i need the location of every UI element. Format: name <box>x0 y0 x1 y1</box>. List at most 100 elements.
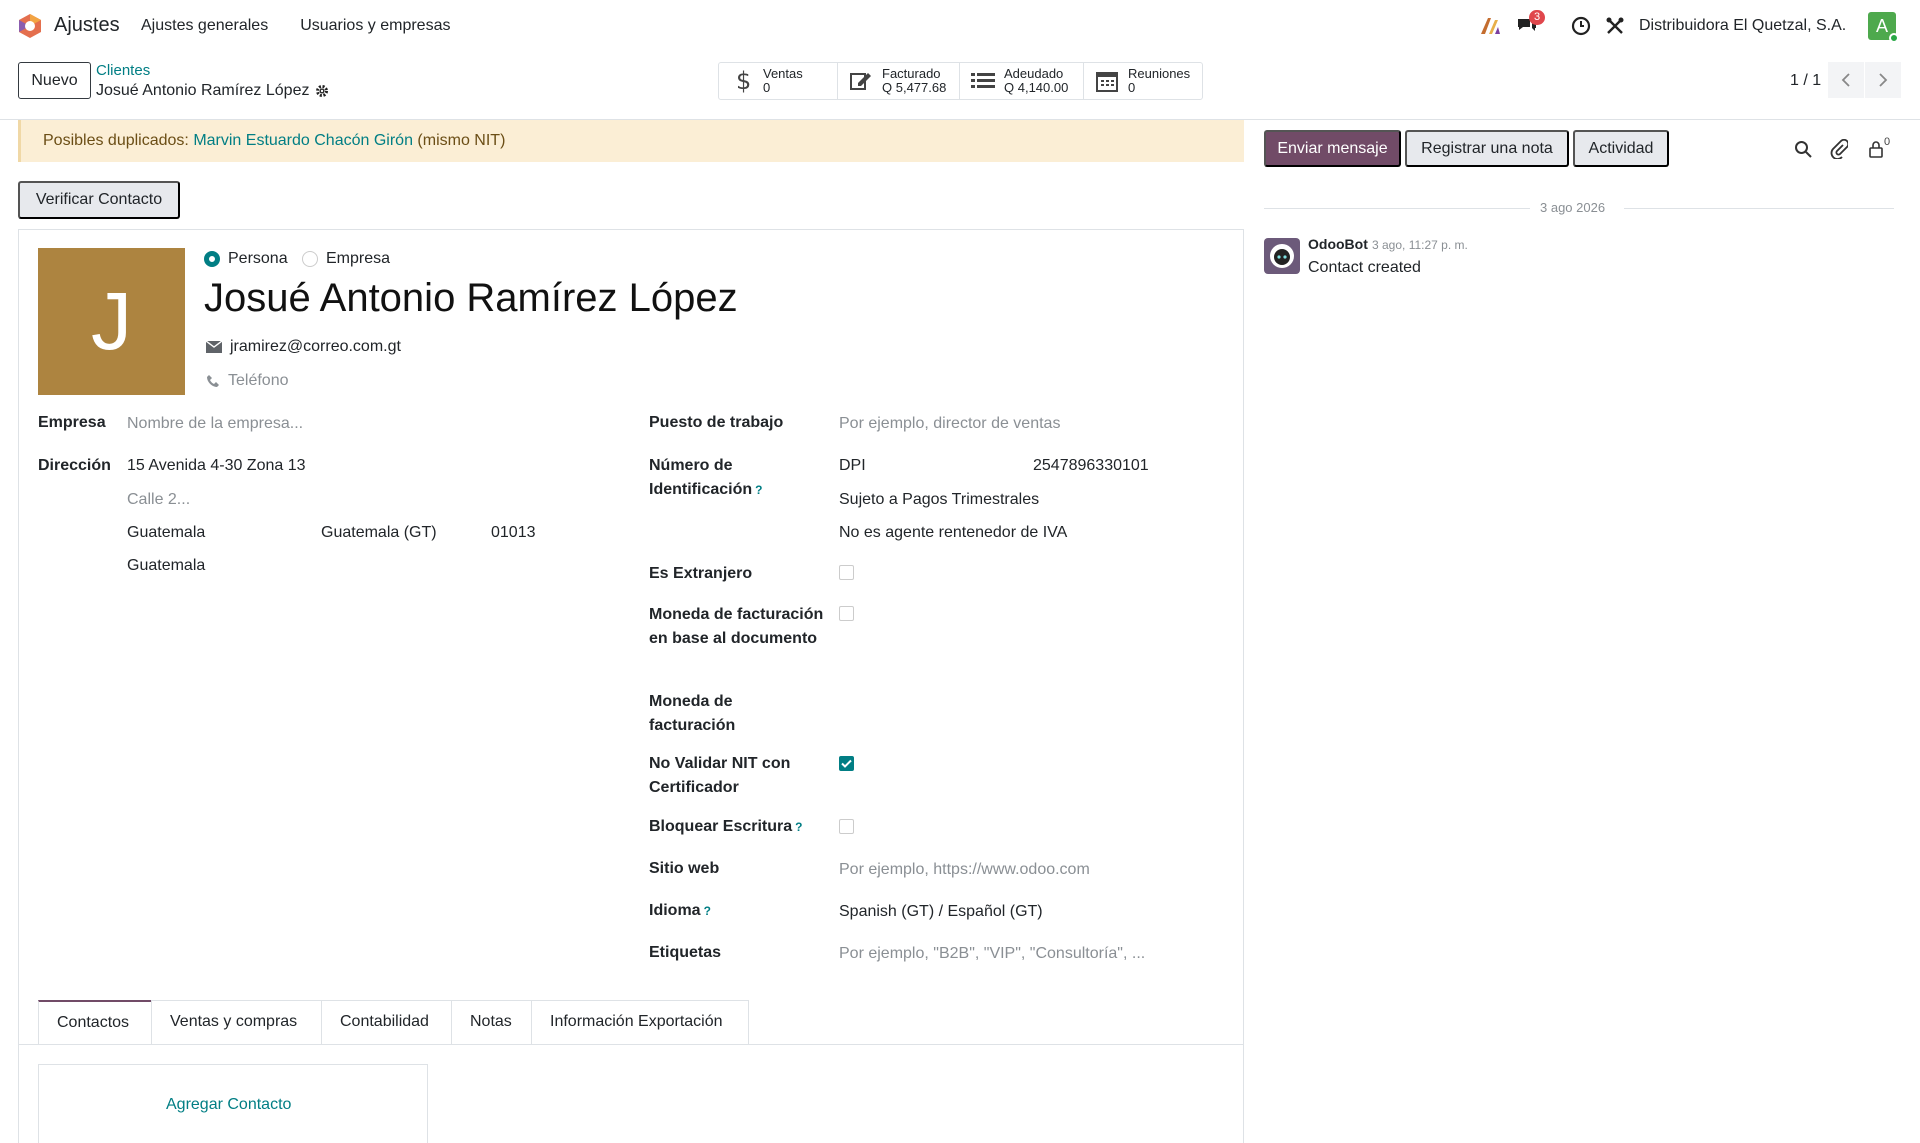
top-navbar: Ajustes Ajustes generales Usuarios y emp… <box>0 0 1920 52</box>
foreign-checkbox[interactable] <box>839 565 854 580</box>
street-input[interactable]: 15 Avenida 4-30 Zona 13 <box>127 457 306 475</box>
smart-button-ventas[interactable]: $ Ventas 0 <box>719 63 838 99</box>
street2-input[interactable]: Calle 2... <box>127 491 190 509</box>
chevron-right-icon <box>1879 73 1888 87</box>
job-input[interactable]: Por ejemplo, director de ventas <box>839 415 1060 433</box>
followers-count: 0 <box>1883 136 1891 148</box>
edit-icon <box>848 68 874 94</box>
tab-informacion-exportacion[interactable]: Información Exportación <box>531 1000 749 1045</box>
debug-tools-icon[interactable] <box>1603 14 1627 38</box>
breadcrumb-current-label: Josué Antonio Ramírez López <box>96 82 310 99</box>
duplicate-link[interactable]: Marvin Estuardo Chacón Girón <box>193 132 413 149</box>
envelope-icon <box>206 341 222 353</box>
attachment-icon[interactable] <box>1828 138 1850 160</box>
lang-label: Idioma? <box>649 902 711 919</box>
avatar-letter: J <box>91 275 132 367</box>
main-menu: Ajustes generales Usuarios y empresas <box>141 17 482 35</box>
pager-next-button[interactable] <box>1865 62 1901 98</box>
send-message-button[interactable]: Enviar mensaje <box>1264 130 1401 167</box>
help-icon[interactable]: ? <box>795 820 802 834</box>
country-select[interactable]: Guatemala <box>127 557 205 575</box>
activity-clock-icon[interactable] <box>1569 14 1593 38</box>
id-type-select[interactable]: DPI <box>839 457 866 475</box>
activity-button[interactable]: Actividad <box>1573 130 1669 167</box>
state-select[interactable]: Guatemala (GT) <box>321 524 437 542</box>
zip-input[interactable]: 01013 <box>491 524 536 542</box>
log-note-button[interactable]: Registrar una nota <box>1405 130 1569 167</box>
smart-button-adeudado[interactable]: Adeudado Q 4,140.00 <box>960 63 1084 99</box>
gear-icon[interactable] <box>315 84 329 98</box>
currency-label: Moneda de facturación <box>649 693 736 734</box>
search-icon[interactable] <box>1792 138 1814 160</box>
breadcrumb-current: Josué Antonio Ramírez López <box>96 82 329 100</box>
partner-name-field[interactable]: Josué Antonio Ramírez López <box>204 276 738 321</box>
tab-notas[interactable]: Notas <box>451 1000 532 1045</box>
pager-value[interactable]: 1 / 1 <box>1790 72 1821 90</box>
lang-select[interactable]: Spanish (GT) / Español (GT) <box>839 903 1043 921</box>
pager-previous-button[interactable] <box>1828 62 1864 98</box>
verify-contact-button[interactable]: Verificar Contacto <box>18 181 180 219</box>
app-name[interactable]: Ajustes <box>54 14 120 37</box>
svg-text:$: $ <box>736 68 750 94</box>
dollar-icon: $ <box>729 68 755 94</box>
message-author[interactable]: OdooBot <box>1308 236 1368 252</box>
tags-input[interactable]: Por ejemplo, "B2B", "VIP", "Consultoría"… <box>839 945 1145 963</box>
calendar-icon <box>1094 68 1120 94</box>
checkmark-icon <box>841 759 852 768</box>
radio-persona[interactable]: Persona <box>204 250 288 268</box>
date-separator-label: 3 ago 2026 <box>1540 200 1606 215</box>
tab-ventas-compras[interactable]: Ventas y compras <box>151 1000 322 1045</box>
company-label: Empresa <box>38 414 106 431</box>
new-button[interactable]: Nuevo <box>18 62 91 99</box>
lock-checkbox[interactable] <box>839 819 854 834</box>
help-icon[interactable]: ? <box>755 483 762 497</box>
odoo-logo-icon[interactable] <box>16 12 44 40</box>
tab-divider <box>19 1044 1243 1045</box>
partner-avatar[interactable]: J <box>38 248 185 395</box>
company-switcher[interactable]: Distribuidora El Quetzal, S.A. <box>1639 17 1846 35</box>
duplicate-warning: Posibles duplicados: Marvin Estuardo Cha… <box>18 120 1244 162</box>
foreign-label: Es Extranjero <box>649 565 753 582</box>
website-label: Sitio web <box>649 860 720 877</box>
online-status-icon <box>1889 33 1899 43</box>
odoobot-avatar[interactable] <box>1264 238 1300 274</box>
control-panel: Nuevo Clientes Josué Antonio Ramírez Lóp… <box>0 52 1920 120</box>
follower-lock-icon <box>1869 141 1883 158</box>
help-icon[interactable]: ? <box>704 904 711 918</box>
website-input[interactable]: Por ejemplo, https://www.odoo.com <box>839 861 1090 879</box>
company-input[interactable]: Nombre de la empresa... <box>127 415 303 433</box>
list-icon <box>970 68 996 94</box>
id-number-input[interactable]: 2547896330101 <box>1033 457 1149 475</box>
date-separator: 3 ago 2026 <box>1264 198 1894 218</box>
breadcrumb-parent[interactable]: Clientes <box>96 62 150 79</box>
email-field[interactable]: jramirez@correo.com.gt <box>206 338 401 356</box>
iva-agent-select[interactable]: No es agente rentenedor de IVA <box>839 524 1067 542</box>
smart-button-reuniones[interactable]: Reuniones 0 <box>1084 63 1202 99</box>
add-contact-button[interactable]: Agregar Contacto <box>166 1096 291 1114</box>
radio-empresa[interactable]: Empresa <box>302 250 390 268</box>
tab-contabilidad[interactable]: Contabilidad <box>321 1000 452 1045</box>
followers-button[interactable]: 0 <box>1864 136 1894 160</box>
tax-regime-select[interactable]: Sujeto a Pagos Trimestrales <box>839 491 1039 509</box>
menu-usuarios-empresas[interactable]: Usuarios y empresas <box>300 17 450 35</box>
radio-off-icon <box>302 251 318 267</box>
notebook-tabs: Contactos Ventas y compras Contabilidad … <box>38 1000 749 1045</box>
phone-field[interactable]: Teléfono <box>206 372 289 390</box>
doc-currency-label: Moneda de facturación en base al documen… <box>649 606 824 647</box>
messages-icon[interactable]: 3 <box>1515 10 1546 38</box>
messages-badge: 3 <box>1529 10 1546 25</box>
radio-on-icon <box>204 251 220 267</box>
menu-ajustes-generales[interactable]: Ajustes generales <box>141 17 268 35</box>
tab-contactos[interactable]: Contactos <box>38 1000 152 1045</box>
phone-icon <box>207 375 219 387</box>
city-input[interactable]: Guatemala <box>127 524 205 542</box>
smart-button-facturado[interactable]: Facturado Q 5,477.68 <box>838 63 960 99</box>
doc-currency-checkbox[interactable] <box>839 606 854 621</box>
user-avatar[interactable]: A <box>1868 12 1899 43</box>
message-body: Contact created <box>1308 259 1421 276</box>
message-time: 3 ago, 11:27 p. m. <box>1372 238 1468 252</box>
ai-logo-icon[interactable] <box>1478 14 1502 38</box>
no-validate-checkbox[interactable] <box>839 756 854 771</box>
address-label: Dirección <box>38 457 111 474</box>
no-validate-label: No Validar NIT con Certificador <box>649 755 791 796</box>
